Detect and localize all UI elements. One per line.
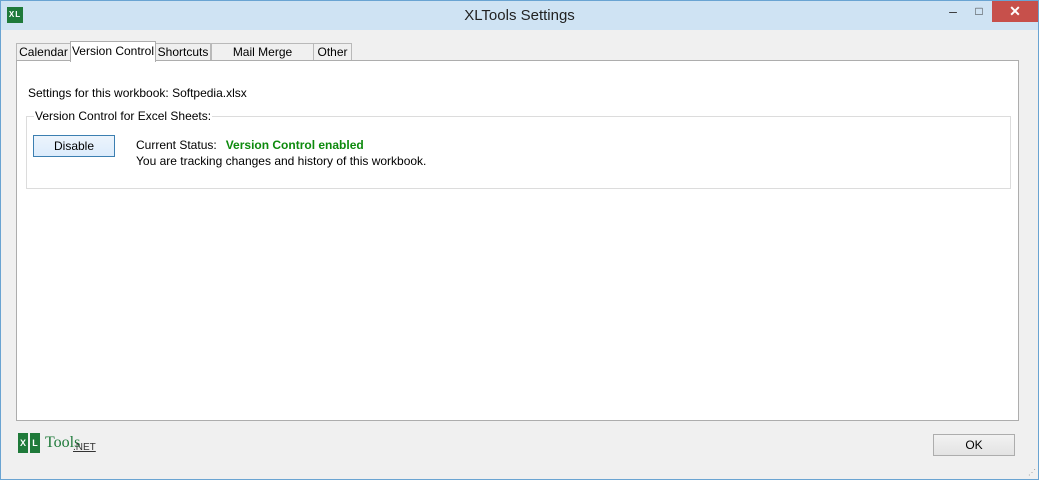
- tab-mail-merge[interactable]: Mail Merge (SMTP): [211, 43, 314, 76]
- status-value: Version Control enabled: [225, 138, 364, 152]
- logo-suffix: .NET: [73, 442, 96, 453]
- group-label: Version Control for Excel Sheets:: [34, 109, 213, 123]
- settings-window: XL XLTools Settings – □ ✕ Calendar Versi…: [0, 0, 1039, 480]
- version-control-panel: Settings for this workbook: Softpedia.xl…: [16, 60, 1019, 421]
- status-label: Current Status:: [136, 138, 217, 152]
- minimize-button[interactable]: –: [940, 1, 966, 22]
- version-control-group: Version Control for Excel Sheets: Disabl…: [26, 109, 1011, 189]
- disable-button[interactable]: Disable: [33, 135, 115, 157]
- tab-other[interactable]: Other: [313, 43, 352, 61]
- title-bar[interactable]: XL XLTools Settings – □ ✕: [1, 1, 1038, 30]
- tab-version-control[interactable]: Version Control: [70, 41, 156, 62]
- tab-calendar[interactable]: Calendar: [16, 43, 71, 61]
- logo-letter-x: X: [18, 433, 28, 453]
- close-button[interactable]: ✕: [992, 1, 1038, 22]
- status-description: You are tracking changes and history of …: [136, 154, 427, 168]
- workbook-settings-label: Settings for this workbook: Softpedia.xl…: [28, 86, 247, 100]
- status-line: Current Status: Version Control enabled: [136, 138, 364, 152]
- tab-shortcuts[interactable]: Shortcuts: [155, 43, 211, 61]
- logo-letter-l: L: [30, 433, 40, 453]
- resize-grip[interactable]: ⋰: [1028, 468, 1036, 477]
- ok-button[interactable]: OK: [933, 434, 1015, 456]
- maximize-button[interactable]: □: [966, 1, 992, 22]
- window-title: XLTools Settings: [464, 7, 575, 24]
